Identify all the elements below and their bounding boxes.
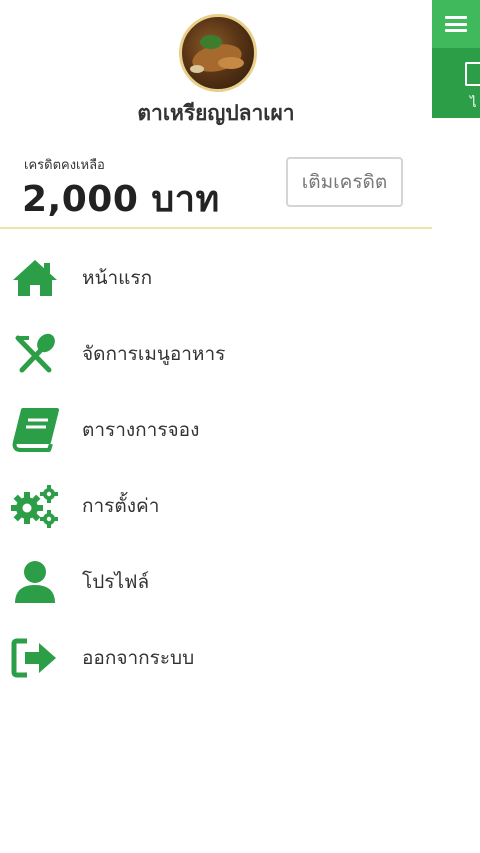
utensils-icon: [10, 332, 60, 376]
shop-name: ตาเหรียญปลาเผา: [137, 101, 295, 125]
background-tab-label: ไ: [470, 96, 477, 111]
hamburger-menu-button[interactable]: [432, 0, 480, 48]
topup-credit-button[interactable]: เติมเครดิต: [286, 157, 403, 207]
menu-item-label: การตั้งค่า: [82, 495, 160, 517]
menu-item-booking[interactable]: ตารางการจอง: [0, 392, 432, 468]
menu-item-home[interactable]: หน้าแรก: [0, 240, 432, 316]
hamburger-icon: [445, 16, 467, 32]
home-icon: [10, 256, 60, 300]
navigation-drawer: ตาเหรียญปลาเผา เครดิตคงเหลือ 2,000 บาท เ…: [0, 0, 432, 853]
calendar-icon: [465, 62, 480, 86]
drawer-menu: หน้าแรก จัดการเมนูอาหาร ตารางการจอง การต…: [0, 240, 432, 696]
menu-item-label: ตารางการจอง: [82, 419, 200, 441]
menu-item-label: โปรไฟล์: [82, 571, 150, 593]
menu-item-label: จัดการเมนูอาหาร: [82, 343, 226, 365]
credit-amount: 2,000 บาท: [22, 179, 220, 220]
sign-out-icon: [10, 636, 60, 680]
background-app: ไ: [432, 0, 480, 853]
divider: [0, 227, 432, 229]
menu-item-settings[interactable]: การตั้งค่า: [0, 468, 432, 544]
profile-header: ตาเหรียญปลาเผา: [0, 0, 432, 140]
background-topbar: ไ: [432, 0, 480, 118]
book-icon: [10, 408, 60, 452]
menu-item-profile[interactable]: โปรไฟล์: [0, 544, 432, 620]
menu-item-label: ออกจากระบบ: [82, 647, 195, 669]
menu-item-label: หน้าแรก: [82, 267, 153, 289]
menu-item-logout[interactable]: ออกจากระบบ: [0, 620, 432, 696]
user-icon: [10, 560, 60, 604]
avatar: [179, 14, 257, 92]
menu-item-manage-food[interactable]: จัดการเมนูอาหาร: [0, 316, 432, 392]
gears-icon: [10, 484, 60, 528]
